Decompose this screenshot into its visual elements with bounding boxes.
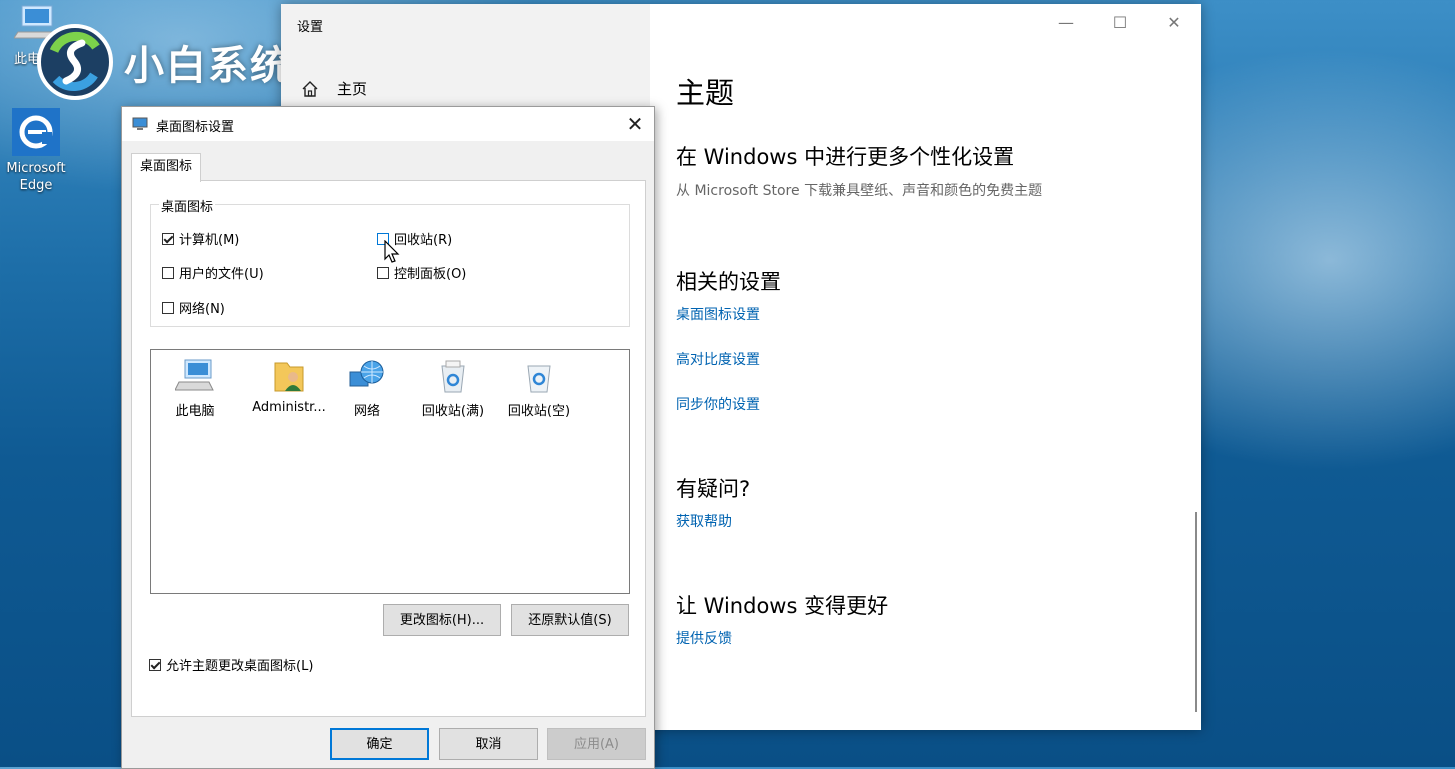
link-desktop-icon-settings[interactable]: 桌面图标设置 [676,304,760,324]
checkbox-label: 控制面板(O) [394,267,467,282]
settings-window-title: 设置 [297,20,324,35]
list-item-label: 回收站(空) [507,404,571,419]
checkbox-network[interactable]: 网络(N) [162,298,225,317]
checkbox-box[interactable] [162,232,174,245]
desktop-icon-settings-dialog[interactable]: 桌面图标设置 ✕ 桌面图标 桌面图标 计算机(M) 回收站(R) 用户的文件(U… [121,106,655,769]
link-sync-settings[interactable]: 同步你的设置 [676,394,760,414]
section-heading-personalize: 在 Windows 中进行更多个性化设置 [676,145,1015,169]
tab-desktop-icons[interactable]: 桌面图标 [131,153,202,182]
edge-icon [12,108,60,156]
checkbox-user-files[interactable]: 用户的文件(U) [162,263,264,282]
cancel-button[interactable]: 取消 [439,728,538,760]
icon-list[interactable]: 此电脑 Administr... 网络 回收站(满) 回收站(空) [150,349,630,594]
checkbox-box[interactable] [162,266,174,279]
network-globe-icon [327,356,407,396]
user-folder-icon [241,356,337,396]
ok-button[interactable]: 确定 [330,728,429,760]
checkbox-computer[interactable]: 计算机(M) [162,229,239,248]
list-item-label: 此电脑 [175,404,215,419]
link-get-help[interactable]: 获取帮助 [676,511,732,531]
recycle-bin-empty-icon [499,356,579,396]
list-item-label: Administr... [252,400,326,415]
minimize-button[interactable]: — [1039,4,1093,40]
checkbox-allow-theme-change[interactable]: 允许主题更改桌面图标(L) [149,655,313,674]
list-item-recycle-bin-full[interactable]: 回收站(满) [413,356,493,419]
list-item-user-folder[interactable]: Administr... [241,356,337,415]
sidebar-item-label: 主页 [337,80,368,98]
sidebar-item-home[interactable]: 主页 [301,78,367,99]
mouse-cursor-icon [384,240,400,263]
list-item-this-pc[interactable]: 此电脑 [155,356,235,419]
list-item-recycle-bin-empty[interactable]: 回收站(空) [499,356,579,419]
change-icon-button[interactable]: 更改图标(H)... [383,604,501,636]
watermark-logo: 小白系统 [34,22,292,102]
checkbox-box[interactable] [149,658,161,671]
section-heading-improve: 让 Windows 变得更好 [676,594,889,618]
maximize-button[interactable]: ☐ [1093,4,1147,40]
home-icon [302,80,318,97]
dialog-close-button[interactable]: ✕ [622,111,648,137]
page-title: 主题 [676,76,735,110]
computer-icon [155,356,235,396]
checkbox-label: 允许主题更改桌面图标(L) [166,659,314,674]
checkbox-label: 用户的文件(U) [179,267,264,282]
dialog-titlebar: 桌面图标设置 ✕ [122,107,654,141]
desktop-icon-label: Microsoft Edge [6,161,66,193]
dialog-title: 桌面图标设置 [156,120,235,135]
group-label: 桌面图标 [159,196,216,215]
section-heading-related: 相关的设置 [676,270,781,294]
link-give-feedback[interactable]: 提供反馈 [676,628,732,648]
list-item-network[interactable]: 网络 [327,356,407,419]
desktop-icon-edge[interactable]: Microsoft Edge [0,108,72,194]
checkbox-label: 网络(N) [179,302,225,317]
apply-button[interactable]: 应用(A) [547,728,646,760]
close-button[interactable]: ✕ [1147,4,1201,40]
window-controls: — ☐ ✕ [1039,4,1201,40]
checkbox-control-panel[interactable]: 控制面板(O) [377,263,466,282]
scrollbar[interactable] [1195,512,1197,712]
list-item-label: 回收站(满) [421,404,485,419]
desktop-settings-icon [132,117,148,135]
watermark-text: 小白系统 [124,43,292,89]
section-heading-question: 有疑问? [676,477,751,501]
recycle-bin-full-icon [413,356,493,396]
checkbox-box[interactable] [162,301,174,314]
checkbox-box[interactable] [377,266,389,279]
checkbox-label: 回收站(R) [394,233,453,248]
restore-default-button[interactable]: 还原默认值(S) [511,604,629,636]
link-high-contrast-settings[interactable]: 高对比度设置 [676,349,760,369]
list-item-label: 网络 [353,404,380,419]
desktop-icons-group: 桌面图标 计算机(M) 回收站(R) 用户的文件(U) 控制面板(O) 网络(N… [150,196,630,327]
section-description: 从 Microsoft Store 下载兼具壁纸、声音和颜色的免费主题 [676,183,1043,199]
checkbox-label: 计算机(M) [179,233,240,248]
logo-circle-icon [37,24,113,100]
